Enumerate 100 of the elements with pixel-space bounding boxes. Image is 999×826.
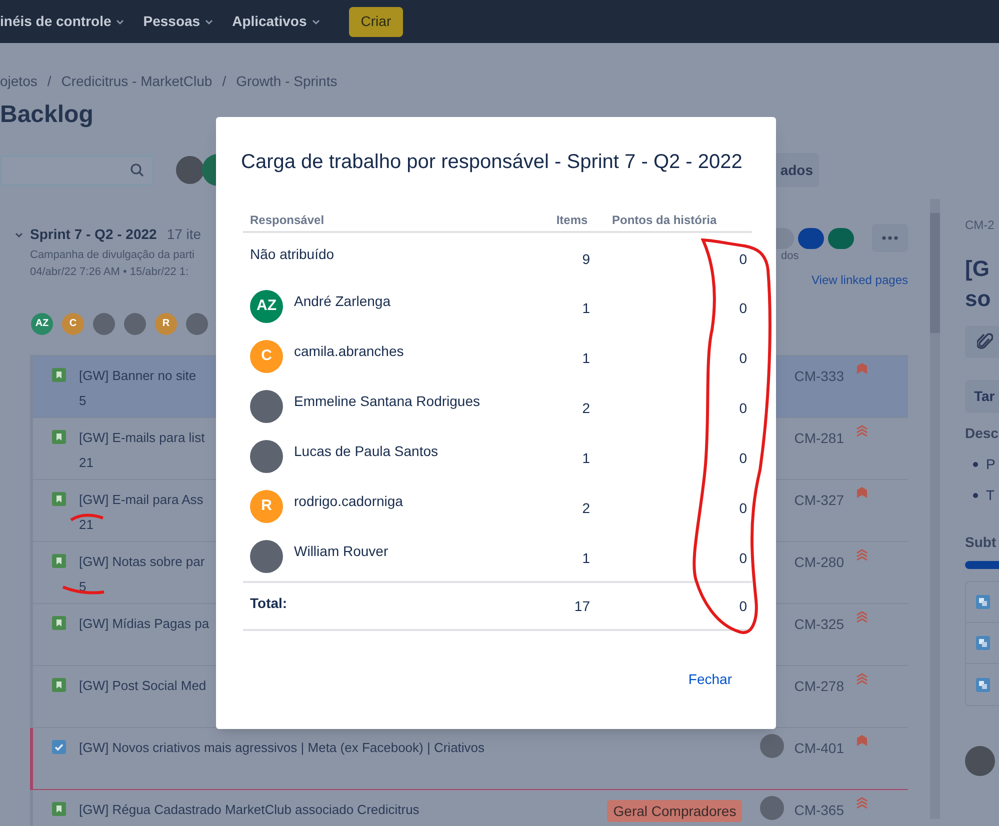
priority-highest-icon: [856, 610, 868, 622]
item-count: 2: [581, 398, 591, 418]
photo-placeholder: [124, 312, 146, 334]
initials-avatar: C: [62, 312, 84, 334]
assignee-name: rodrigo.cadorniga: [294, 492, 403, 511]
assignee-name: Emmeline Santana Rodrigues: [294, 392, 480, 411]
issue-key: CM-281: [794, 428, 844, 448]
nav-menu[interactable]: inéis de controle: [0, 11, 126, 32]
photo-placeholder: [250, 390, 283, 422]
assignee-name: William Rouver: [294, 542, 388, 560]
issue-key: CM-278: [794, 676, 844, 696]
issue-count: 17 ite: [166, 225, 202, 244]
initials-avatar: R: [250, 490, 283, 522]
initials-avatar: AZ: [31, 312, 53, 334]
issue-key: CM-325: [794, 614, 844, 634]
scrollbar-thumb[interactable]: [930, 213, 940, 333]
story-icon: [52, 430, 66, 444]
photo-placeholder: [760, 734, 784, 758]
story-points: 21: [79, 454, 94, 472]
issue-key: CM-401: [794, 738, 844, 758]
dialog-title: Carga de trabalho por responsável - Sprint 7 - Q2 - 2022: [241, 150, 744, 175]
breadcrumb-link[interactable]: ojetos: [0, 71, 38, 92]
story-icon: [52, 492, 66, 506]
story-icon: [52, 616, 66, 630]
issue-title: [GW] E-mail para Ass: [79, 490, 204, 509]
story-icon: [52, 678, 66, 692]
assignee-name: Lucas de Paula Santos: [294, 442, 438, 460]
issue-title: [GW] Notas sobre par: [79, 552, 205, 571]
issue-row[interactable]: [GW] Régua Cadastrado MarketClub associado Credicitrus Geral Compradores CM-365: [30, 790, 908, 826]
priority-highest-icon: [856, 672, 868, 684]
issue-key: CM-280: [794, 552, 844, 572]
scrollbar[interactable]: [930, 199, 940, 819]
story-points: 0: [738, 448, 748, 468]
story-points: 0: [738, 596, 748, 616]
total-label: Total:: [249, 594, 288, 612]
priority-highest-icon: [856, 796, 868, 808]
page-title: Backlog: [0, 100, 94, 130]
more-icon: [882, 236, 898, 240]
photo-placeholder: [965, 746, 995, 776]
column-header: Responsável: [249, 212, 326, 229]
issue-row[interactable]: [GW] Novos criativos mais agressivos | Meta (ex Facebook) | Criativos CM-401: [30, 728, 908, 790]
story-points: 21: [79, 516, 94, 534]
issue-title: so: [965, 285, 992, 313]
initials-avatar: R: [155, 312, 177, 334]
column-header: Pontos da história: [611, 212, 718, 229]
breadcrumb-link[interactable]: Growth - Sprints: [236, 71, 338, 92]
item-count: 1: [581, 448, 591, 468]
column-header: Items: [555, 212, 589, 229]
close-button[interactable]: Fechar: [684, 669, 736, 690]
initials-avatar: C: [250, 340, 283, 372]
breadcrumb-link[interactable]: Credicitrus - MarketClub: [61, 71, 212, 92]
nav-menu[interactable]: Aplicativos: [232, 11, 321, 32]
issue-title: [GW] E-mails para list: [79, 428, 205, 447]
section-label: Subt: [965, 533, 998, 552]
search-icon: [130, 163, 144, 177]
sprint-dates: 04/abr/22 7:26 AM • 15/abr/22 1:: [30, 264, 189, 280]
story-points: 5: [79, 392, 86, 410]
sprint-goal: Campanha de divulgação da parti: [30, 248, 195, 263]
paperclip-icon: [977, 333, 993, 351]
tab[interactable]: Tar: [965, 380, 999, 413]
story-points: 0: [738, 348, 748, 368]
issue-title: [GW] Post Social Med: [79, 676, 206, 695]
photo-placeholder: [93, 312, 115, 334]
photo-placeholder: [760, 796, 784, 820]
sprint-name: Sprint 7 - Q2 - 2022: [30, 225, 157, 244]
item-count: 2: [581, 498, 591, 518]
item-count: 9: [581, 250, 591, 268]
story-points: 0: [738, 548, 748, 568]
initials-avatar: AZ: [250, 290, 283, 322]
issue-key: CM-2: [965, 216, 999, 234]
assignee-name: Não atribuído: [250, 244, 334, 264]
section-label: Desc: [965, 424, 999, 443]
story-points: 0: [738, 498, 748, 518]
item-count: 1: [581, 348, 591, 368]
story-points: 0: [738, 398, 748, 418]
subtask-icon: [976, 678, 990, 692]
item-count: 1: [581, 548, 591, 568]
priority-highest-icon: [856, 548, 868, 560]
attach-button[interactable]: [965, 326, 999, 358]
photo-placeholder: [250, 440, 283, 472]
search-field[interactable]: [0, 154, 154, 186]
bullet-icon: [973, 493, 978, 498]
story-icon: [52, 802, 66, 816]
story-points: 0: [738, 298, 748, 318]
bullet-icon: [973, 462, 978, 467]
photo-placeholder: [250, 540, 283, 572]
status-pill: [798, 228, 824, 248]
create-button[interactable]: Criar: [348, 6, 404, 36]
breadcrumb-separator: /: [47, 72, 52, 91]
story-points: 5: [79, 578, 86, 596]
more-button[interactable]: [872, 224, 908, 252]
nav-menu[interactable]: Pessoas: [143, 11, 214, 32]
assignee-name: camila.abranches: [294, 342, 404, 360]
photo-placeholder: [186, 312, 208, 334]
assignee-name: André Zarlenga: [294, 292, 391, 311]
filter-button[interactable]: ados: [774, 153, 819, 187]
issue-title: [GW] Banner no site: [79, 366, 196, 385]
priority-high-icon: [856, 362, 868, 374]
status-pill: [828, 228, 854, 248]
view-linked-pages-link[interactable]: View linked pages: [811, 270, 908, 288]
